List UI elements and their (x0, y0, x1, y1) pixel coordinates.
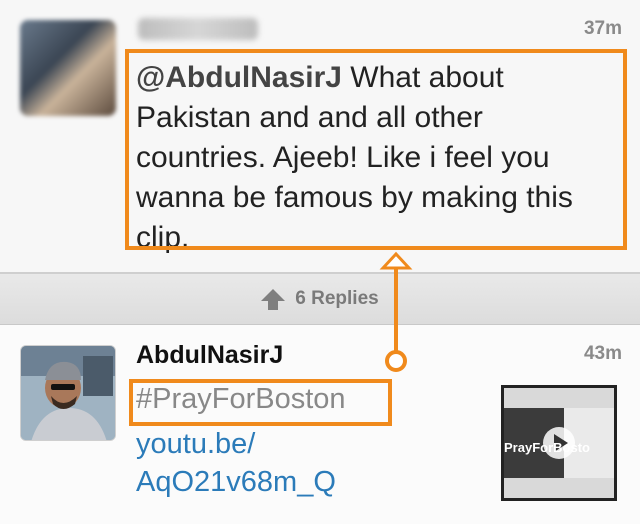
highlight-connector (379, 251, 413, 372)
